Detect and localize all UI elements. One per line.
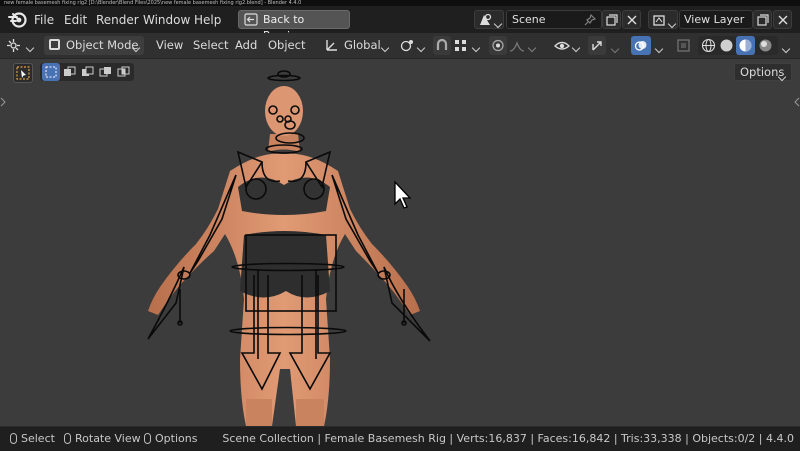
close-icon bbox=[627, 15, 637, 25]
transform-orientation-dropdown[interactable]: Global bbox=[322, 36, 392, 55]
back-to-previous-icon bbox=[244, 13, 258, 26]
status-select-hint: Select bbox=[10, 427, 55, 451]
close-icon bbox=[778, 15, 788, 25]
pin-icon[interactable] bbox=[584, 14, 596, 26]
status-rotate-hint: Rotate View bbox=[64, 427, 141, 451]
menu-object[interactable]: Object bbox=[268, 36, 305, 55]
duplicate-icon bbox=[606, 14, 618, 26]
view-layer-icon bbox=[653, 15, 665, 26]
snap-toggle[interactable] bbox=[433, 36, 451, 55]
overlay-toggle[interactable] bbox=[631, 36, 651, 55]
transform-orientation-label: Global bbox=[344, 38, 381, 52]
gizmo-icon bbox=[592, 41, 602, 51]
blender-logo-icon[interactable] bbox=[8, 10, 28, 30]
menu-select[interactable]: Select bbox=[193, 36, 228, 55]
mouse-right-icon bbox=[144, 433, 151, 444]
back-to-previous-button[interactable]: Back to Previous bbox=[238, 10, 350, 42]
delete-view-layer-button[interactable] bbox=[773, 10, 792, 29]
overlay-dropdown[interactable] bbox=[654, 41, 664, 55]
snap-target-dropdown[interactable] bbox=[454, 36, 482, 55]
transform-orientation-icon bbox=[326, 40, 337, 51]
menu-view[interactable]: View bbox=[156, 36, 183, 55]
gizmo-dropdown[interactable] bbox=[610, 41, 620, 55]
menu-window[interactable]: Window bbox=[143, 11, 190, 29]
new-view-layer-button[interactable] bbox=[753, 10, 772, 29]
shading-solid-icon[interactable] bbox=[719, 38, 734, 53]
pivot-point-icon bbox=[400, 40, 413, 52]
mouse-left-icon bbox=[10, 433, 17, 444]
editor-type-button[interactable] bbox=[4, 36, 40, 55]
visibility-dropdown[interactable] bbox=[554, 36, 582, 55]
mouse-cursor-icon bbox=[394, 180, 412, 209]
menu-help[interactable]: Help bbox=[194, 11, 221, 29]
object-mode-dropdown[interactable]: Object Mode bbox=[44, 36, 144, 55]
scene-browse-button[interactable] bbox=[474, 10, 504, 29]
shading-material-icon bbox=[739, 39, 752, 52]
menu-edit[interactable]: Edit bbox=[64, 11, 87, 29]
3d-viewport[interactable]: Options bbox=[0, 59, 800, 426]
body-mesh bbox=[148, 86, 420, 426]
proportional-edit-toggle[interactable] bbox=[489, 36, 507, 55]
editor-type-icon bbox=[7, 39, 20, 52]
shading-rendered-icon[interactable] bbox=[758, 38, 773, 53]
shading-mode-group bbox=[698, 36, 778, 55]
status-options-hint: Options bbox=[144, 427, 197, 451]
character-model[interactable] bbox=[0, 59, 800, 426]
gizmo-toggle[interactable] bbox=[588, 36, 606, 55]
falloff-curve-icon bbox=[509, 41, 525, 52]
pivot-point-dropdown[interactable] bbox=[400, 36, 428, 55]
view-layer-name-field[interactable]: View Layer bbox=[679, 10, 753, 29]
menu-render[interactable]: Render bbox=[96, 11, 139, 29]
snap-grid-icon bbox=[455, 40, 466, 51]
menu-file[interactable]: File bbox=[34, 11, 54, 29]
object-mode-label: Object Mode bbox=[66, 38, 139, 52]
proportional-falloff-dropdown[interactable] bbox=[509, 36, 537, 55]
shading-dropdown[interactable] bbox=[781, 41, 791, 55]
object-mode-cube-icon bbox=[49, 39, 60, 50]
status-bar: Select Rotate View Options Scene Collect… bbox=[0, 426, 800, 450]
scene-icon bbox=[480, 13, 492, 25]
proportional-edit-icon bbox=[492, 39, 504, 52]
menu-add[interactable]: Add bbox=[235, 36, 257, 55]
scene-statistics: Scene Collection | Female Basemesh Rig |… bbox=[222, 432, 794, 445]
xray-toggle[interactable] bbox=[674, 36, 692, 55]
shading-wireframe-icon[interactable] bbox=[701, 38, 716, 53]
shading-material-button[interactable] bbox=[736, 36, 755, 55]
delete-scene-button[interactable] bbox=[622, 10, 641, 29]
viewport-header: Object Mode View Select Add Object Globa… bbox=[0, 33, 800, 59]
overlay-icon bbox=[634, 41, 647, 51]
snap-icon bbox=[436, 38, 448, 50]
mouse-middle-icon bbox=[64, 433, 71, 444]
new-scene-button[interactable] bbox=[602, 10, 621, 29]
top-menubar: File Edit Render Window Help Back to Pre… bbox=[0, 6, 800, 42]
view-layer-browse-button[interactable] bbox=[648, 10, 678, 29]
duplicate-icon bbox=[757, 14, 769, 26]
visibility-icon bbox=[554, 41, 570, 50]
xray-icon bbox=[677, 39, 690, 52]
